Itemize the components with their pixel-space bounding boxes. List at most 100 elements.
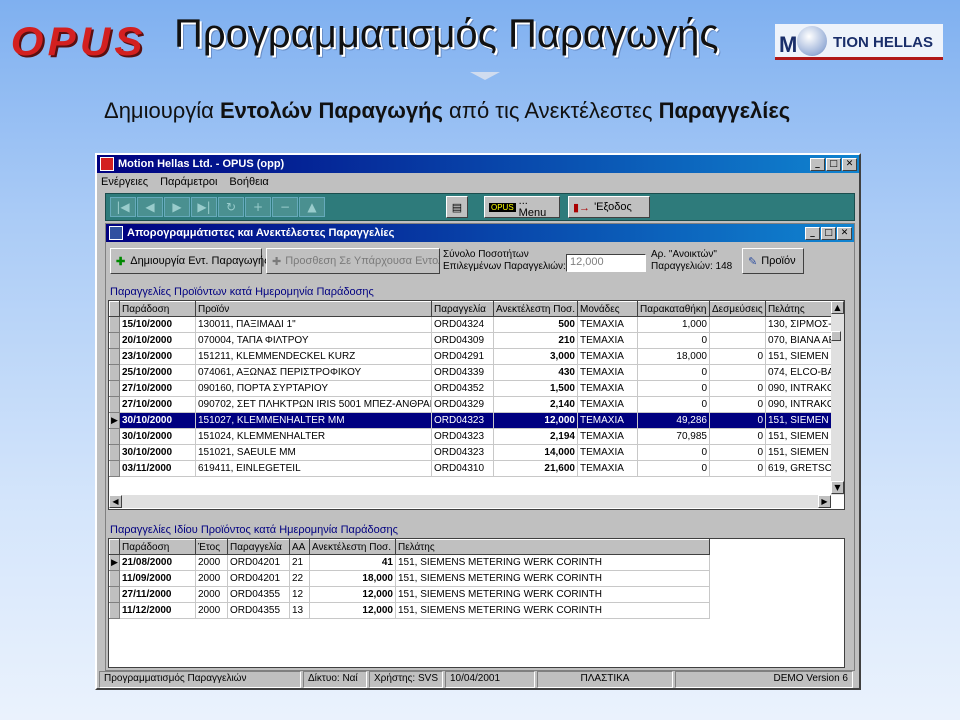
row-selector[interactable]: ▶ xyxy=(109,554,120,571)
table-cell: 21 xyxy=(289,554,310,571)
same-product-grid: Παράδοση Έτος Παραγγελία ΑΑ Ανεκτέλεστη Ποσ.… xyxy=(108,538,845,668)
table-cell: ORD04324 xyxy=(431,316,494,333)
inner-close-button[interactable]: ✕ xyxy=(837,226,852,240)
table-cell: 15/10/2000 xyxy=(119,316,196,333)
printer-icon[interactable]: ▤ xyxy=(446,196,468,218)
row-selector[interactable] xyxy=(109,570,120,587)
table-cell: 12,000 xyxy=(493,412,578,429)
minimize-button[interactable]: _ xyxy=(810,157,825,171)
table-cell: 41 xyxy=(309,554,396,571)
row-selector[interactable] xyxy=(109,380,120,397)
table-cell: 2000 xyxy=(195,554,228,571)
row-selector[interactable] xyxy=(109,364,120,381)
row-selector[interactable] xyxy=(109,460,120,477)
quantity-sum-field[interactable]: 12,000 xyxy=(566,254,646,272)
column-header[interactable]: Παρακαταθήκη xyxy=(637,301,710,317)
scroll-down-arrow[interactable]: ▼ xyxy=(831,481,844,494)
close-button[interactable]: ✕ xyxy=(842,157,857,171)
table-row[interactable]: 15/10/2000 130011, ΠΑΞΙΜΑΔΙ 1" ORD04324 500… xyxy=(109,316,832,333)
menu-parameters[interactable]: Παράμετροι xyxy=(160,176,217,188)
exit-button[interactable]: ▮→ 'Εξοδος xyxy=(568,196,650,218)
column-header[interactable]: Παράδοση xyxy=(119,301,196,317)
table-cell: 30/10/2000 xyxy=(119,428,196,445)
row-selector-header xyxy=(109,301,120,317)
column-header[interactable]: Προϊόν xyxy=(195,301,432,317)
scroll-up-arrow[interactable]: ▲ xyxy=(831,301,844,314)
table-row[interactable]: ▶ 30/10/2000 151027, KLEMMENHALTER MM ORD04… xyxy=(109,412,832,429)
table-cell: 2000 xyxy=(195,570,228,587)
column-header[interactable]: Έτος xyxy=(195,539,228,555)
column-header[interactable]: Ανεκτέλεστη Ποσ. xyxy=(309,539,396,555)
table-row[interactable]: 30/10/2000 151024, KLEMMENHALTER ORD04323 2… xyxy=(109,428,832,445)
column-header[interactable]: Παραγγελία xyxy=(227,539,290,555)
table-cell: 090, INTRAKO xyxy=(765,396,832,413)
table-row[interactable]: 03/11/2000 619411, EINLEGETEIL ORD04310 21,… xyxy=(109,460,832,477)
row-selector[interactable] xyxy=(109,316,120,333)
table-row[interactable]: 11/09/2000 2000 ORD04201 22 18,000 151, SIEME… xyxy=(109,570,710,587)
table-row[interactable]: 11/12/2000 2000 ORD04355 13 12,000 151, SIEME… xyxy=(109,602,710,619)
logo-letter: M xyxy=(779,32,798,57)
slide-subtitle: Δημιουργία Εντολών Παραγωγής από τις Ανε… xyxy=(104,98,790,124)
column-header[interactable]: Παράδοση xyxy=(119,539,196,555)
row-selector[interactable] xyxy=(109,602,120,619)
table-cell: 27/10/2000 xyxy=(119,396,196,413)
menu-actions[interactable]: Ενέργειες xyxy=(101,176,148,188)
add-to-existing-button[interactable]: ✚ Προσθεση Σε Υπάρχουσα Εντολή xyxy=(266,248,440,274)
column-header[interactable]: Πελάτης xyxy=(765,301,832,317)
table-row[interactable]: 25/10/2000 074061, ΑΞΩΝΑΣ ΠΕΡΙΣΤΡΟΦΙΚΟΥ OR… xyxy=(109,364,832,381)
table-row[interactable]: 23/10/2000 151211, KLEMMENDECKEL KURZ ORD0… xyxy=(109,348,832,365)
subtitle-part: Δημιουργία xyxy=(104,98,220,123)
column-header[interactable]: ΑΑ xyxy=(289,539,310,555)
open-label-line1: Αρ. "Ανοικτών" xyxy=(651,249,717,260)
column-header[interactable]: Ανεκτέλεστη Ποσ. xyxy=(493,301,578,317)
row-selector[interactable]: ▶ xyxy=(109,412,120,429)
inner-maximize-button[interactable]: □ xyxy=(821,226,836,240)
prev-record-button[interactable]: ◀ xyxy=(137,197,163,217)
inner-minimize-button[interactable]: _ xyxy=(805,226,820,240)
row-selector[interactable] xyxy=(109,348,120,365)
maximize-button[interactable]: □ xyxy=(826,157,841,171)
delete-record-button[interactable]: − xyxy=(272,197,298,217)
table-cell: 27/11/2000 xyxy=(119,586,196,603)
table-cell: 11/09/2000 xyxy=(119,570,196,587)
orders-hscrollbar[interactable]: ◀ ▶ xyxy=(109,495,831,508)
table-row[interactable]: 30/10/2000 151021, SAEULE MM ORD04323 14,00… xyxy=(109,444,832,461)
product-button[interactable]: ✎ Προϊόν xyxy=(742,248,804,274)
table-row[interactable]: 20/10/2000 070004, ΤΑΠΑ ΦΙΛΤΡΟΥ ORD04309 21… xyxy=(109,332,832,349)
column-header[interactable]: Μονάδες xyxy=(577,301,638,317)
app-titlebar[interactable]: Motion Hellas Ltd. - OPUS (opp) _ □ ✕ xyxy=(97,155,859,173)
refresh-button[interactable]: ↻ xyxy=(218,197,244,217)
table-cell: 151021, SAEULE MM xyxy=(195,444,432,461)
add-record-button[interactable]: + xyxy=(245,197,271,217)
scroll-right-arrow[interactable]: ▶ xyxy=(818,495,831,508)
up-button[interactable]: ▲ xyxy=(299,197,325,217)
table-row[interactable]: ▶ 21/08/2000 2000 ORD04201 21 41 151, SIEMENS … xyxy=(109,554,710,571)
last-record-button[interactable]: ▶| xyxy=(191,197,217,217)
row-selector[interactable] xyxy=(109,332,120,349)
table-row[interactable]: 27/11/2000 2000 ORD04355 12 12,000 151, SIEME… xyxy=(109,586,710,603)
orders-vscrollbar[interactable]: ▲ ▼ xyxy=(831,301,844,495)
row-selector[interactable] xyxy=(109,396,120,413)
app-window: Motion Hellas Ltd. - OPUS (opp) _ □ ✕ Ενέρ… xyxy=(95,153,861,690)
next-record-button[interactable]: ▶ xyxy=(164,197,190,217)
table-cell: ORD04323 xyxy=(431,412,494,429)
menu-button[interactable]: OPUS... Menu xyxy=(484,195,560,219)
table-row[interactable]: 27/10/2000 090160, ΠΟΡΤΑ ΣΥΡΤΑΡΙΟΥ ORD0435… xyxy=(109,380,832,397)
column-header[interactable]: Πελάτης xyxy=(395,539,710,555)
table-cell: 0 xyxy=(709,412,766,429)
row-selector[interactable] xyxy=(109,428,120,445)
scroll-thumb[interactable] xyxy=(831,331,841,341)
column-header[interactable]: Δεσμεύσεις xyxy=(709,301,766,317)
inner-titlebar[interactable]: Απορογραμμάτιστες και Ανεκτέλεστες Παραγ… xyxy=(106,224,854,242)
row-selector[interactable] xyxy=(109,444,120,461)
row-selector[interactable] xyxy=(109,586,120,603)
table-cell: 12,000 xyxy=(309,586,396,603)
table-cell: 0 xyxy=(637,460,710,477)
create-order-button[interactable]: ✚ Δημιουργία Εντ. Παραγωγής xyxy=(110,248,269,274)
column-header[interactable]: Παραγγελία xyxy=(431,301,494,317)
menu-help[interactable]: Βοήθεια xyxy=(229,176,268,188)
first-record-button[interactable]: |◀ xyxy=(110,197,136,217)
table-cell: 21/08/2000 xyxy=(119,554,196,571)
table-row[interactable]: 27/10/2000 090702, ΣΕΤ ΠΛΗΚΤΡΩΝ IRIS 5001… xyxy=(109,396,832,413)
scroll-left-arrow[interactable]: ◀ xyxy=(109,495,122,508)
